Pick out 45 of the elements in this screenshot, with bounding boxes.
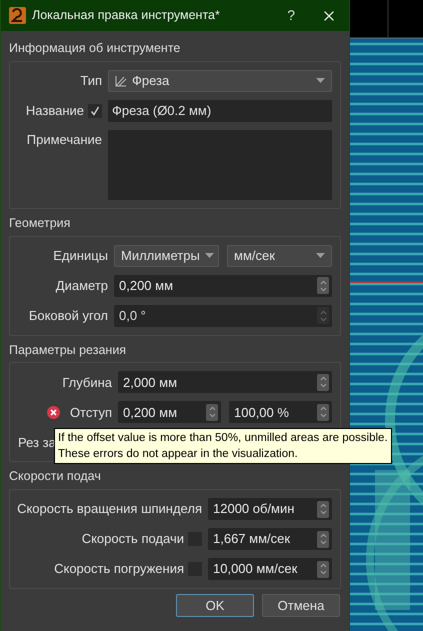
field-label: Скорость погружения — [54, 560, 184, 578]
field-label: Глубина — [62, 374, 112, 392]
section-title: Скорости подач — [9, 468, 102, 486]
spin-arrows-icon[interactable] — [317, 374, 329, 391]
spin-arrows-icon[interactable] — [206, 404, 218, 421]
dialog-button[interactable]: Отмена — [262, 594, 340, 617]
caret-icon — [204, 253, 214, 258]
app-icon — [9, 7, 26, 24]
tooltip-line: These errors do not appear in the visualization. — [58, 447, 299, 462]
field-label: Название — [26, 102, 84, 120]
spin-arrows-icon[interactable] — [317, 560, 329, 578]
field-label: Скорость вращения шпинделя — [17, 500, 202, 518]
spin-arrows-icon[interactable] — [317, 500, 329, 518]
text-field[interactable]: Фреза (Ø0.2 мм) — [108, 100, 332, 122]
caret-icon — [316, 78, 325, 84]
section-title: Информация об инструменте — [9, 40, 182, 57]
spin-arrows-icon[interactable] — [317, 530, 329, 548]
field-label: Отступ — [70, 404, 112, 422]
dropdown[interactable]: Миллиметры — [114, 244, 219, 266]
window-title: Локальная правка инструмента* — [32, 7, 221, 24]
mill-icon — [115, 74, 127, 87]
field-label: Боковой угол — [28, 306, 108, 325]
spin-field[interactable]: 12000 об/мин — [208, 498, 332, 520]
section-title: Параметры резания — [9, 342, 128, 359]
spin-field[interactable]: 0,200 мм — [118, 401, 221, 424]
spin-arrows-icon[interactable] — [317, 404, 329, 421]
spin-field[interactable]: 2,000 мм — [118, 371, 332, 394]
spin-arrows-icon[interactable] — [317, 277, 329, 294]
section-title: Геометрия — [9, 214, 72, 232]
tooltip-line: If the offset value is more than 50%, unmilled areas are possible. — [58, 431, 388, 446]
field-label: Диаметр — [56, 276, 108, 295]
spin-field[interactable]: 0,200 мм — [114, 274, 332, 296]
spin-field[interactable]: 10,000 мм/сек — [208, 558, 332, 580]
checkbox[interactable] — [88, 104, 102, 118]
spin-field[interactable]: 1,667 мм/сек — [208, 528, 332, 550]
dropdown[interactable]: мм/сек — [227, 244, 332, 266]
caret-icon — [316, 253, 325, 258]
dialog-button[interactable]: OK — [176, 594, 254, 617]
field-label: Примечание — [26, 130, 102, 149]
field-label: Единицы — [53, 246, 108, 265]
help-button[interactable]: ? — [281, 5, 301, 26]
field-label: Скорость подачи — [82, 530, 184, 548]
field-label: Тип — [80, 72, 102, 90]
spin-field[interactable]: 100,00 % — [229, 401, 332, 424]
dropdown[interactable]: Фреза — [108, 70, 332, 92]
